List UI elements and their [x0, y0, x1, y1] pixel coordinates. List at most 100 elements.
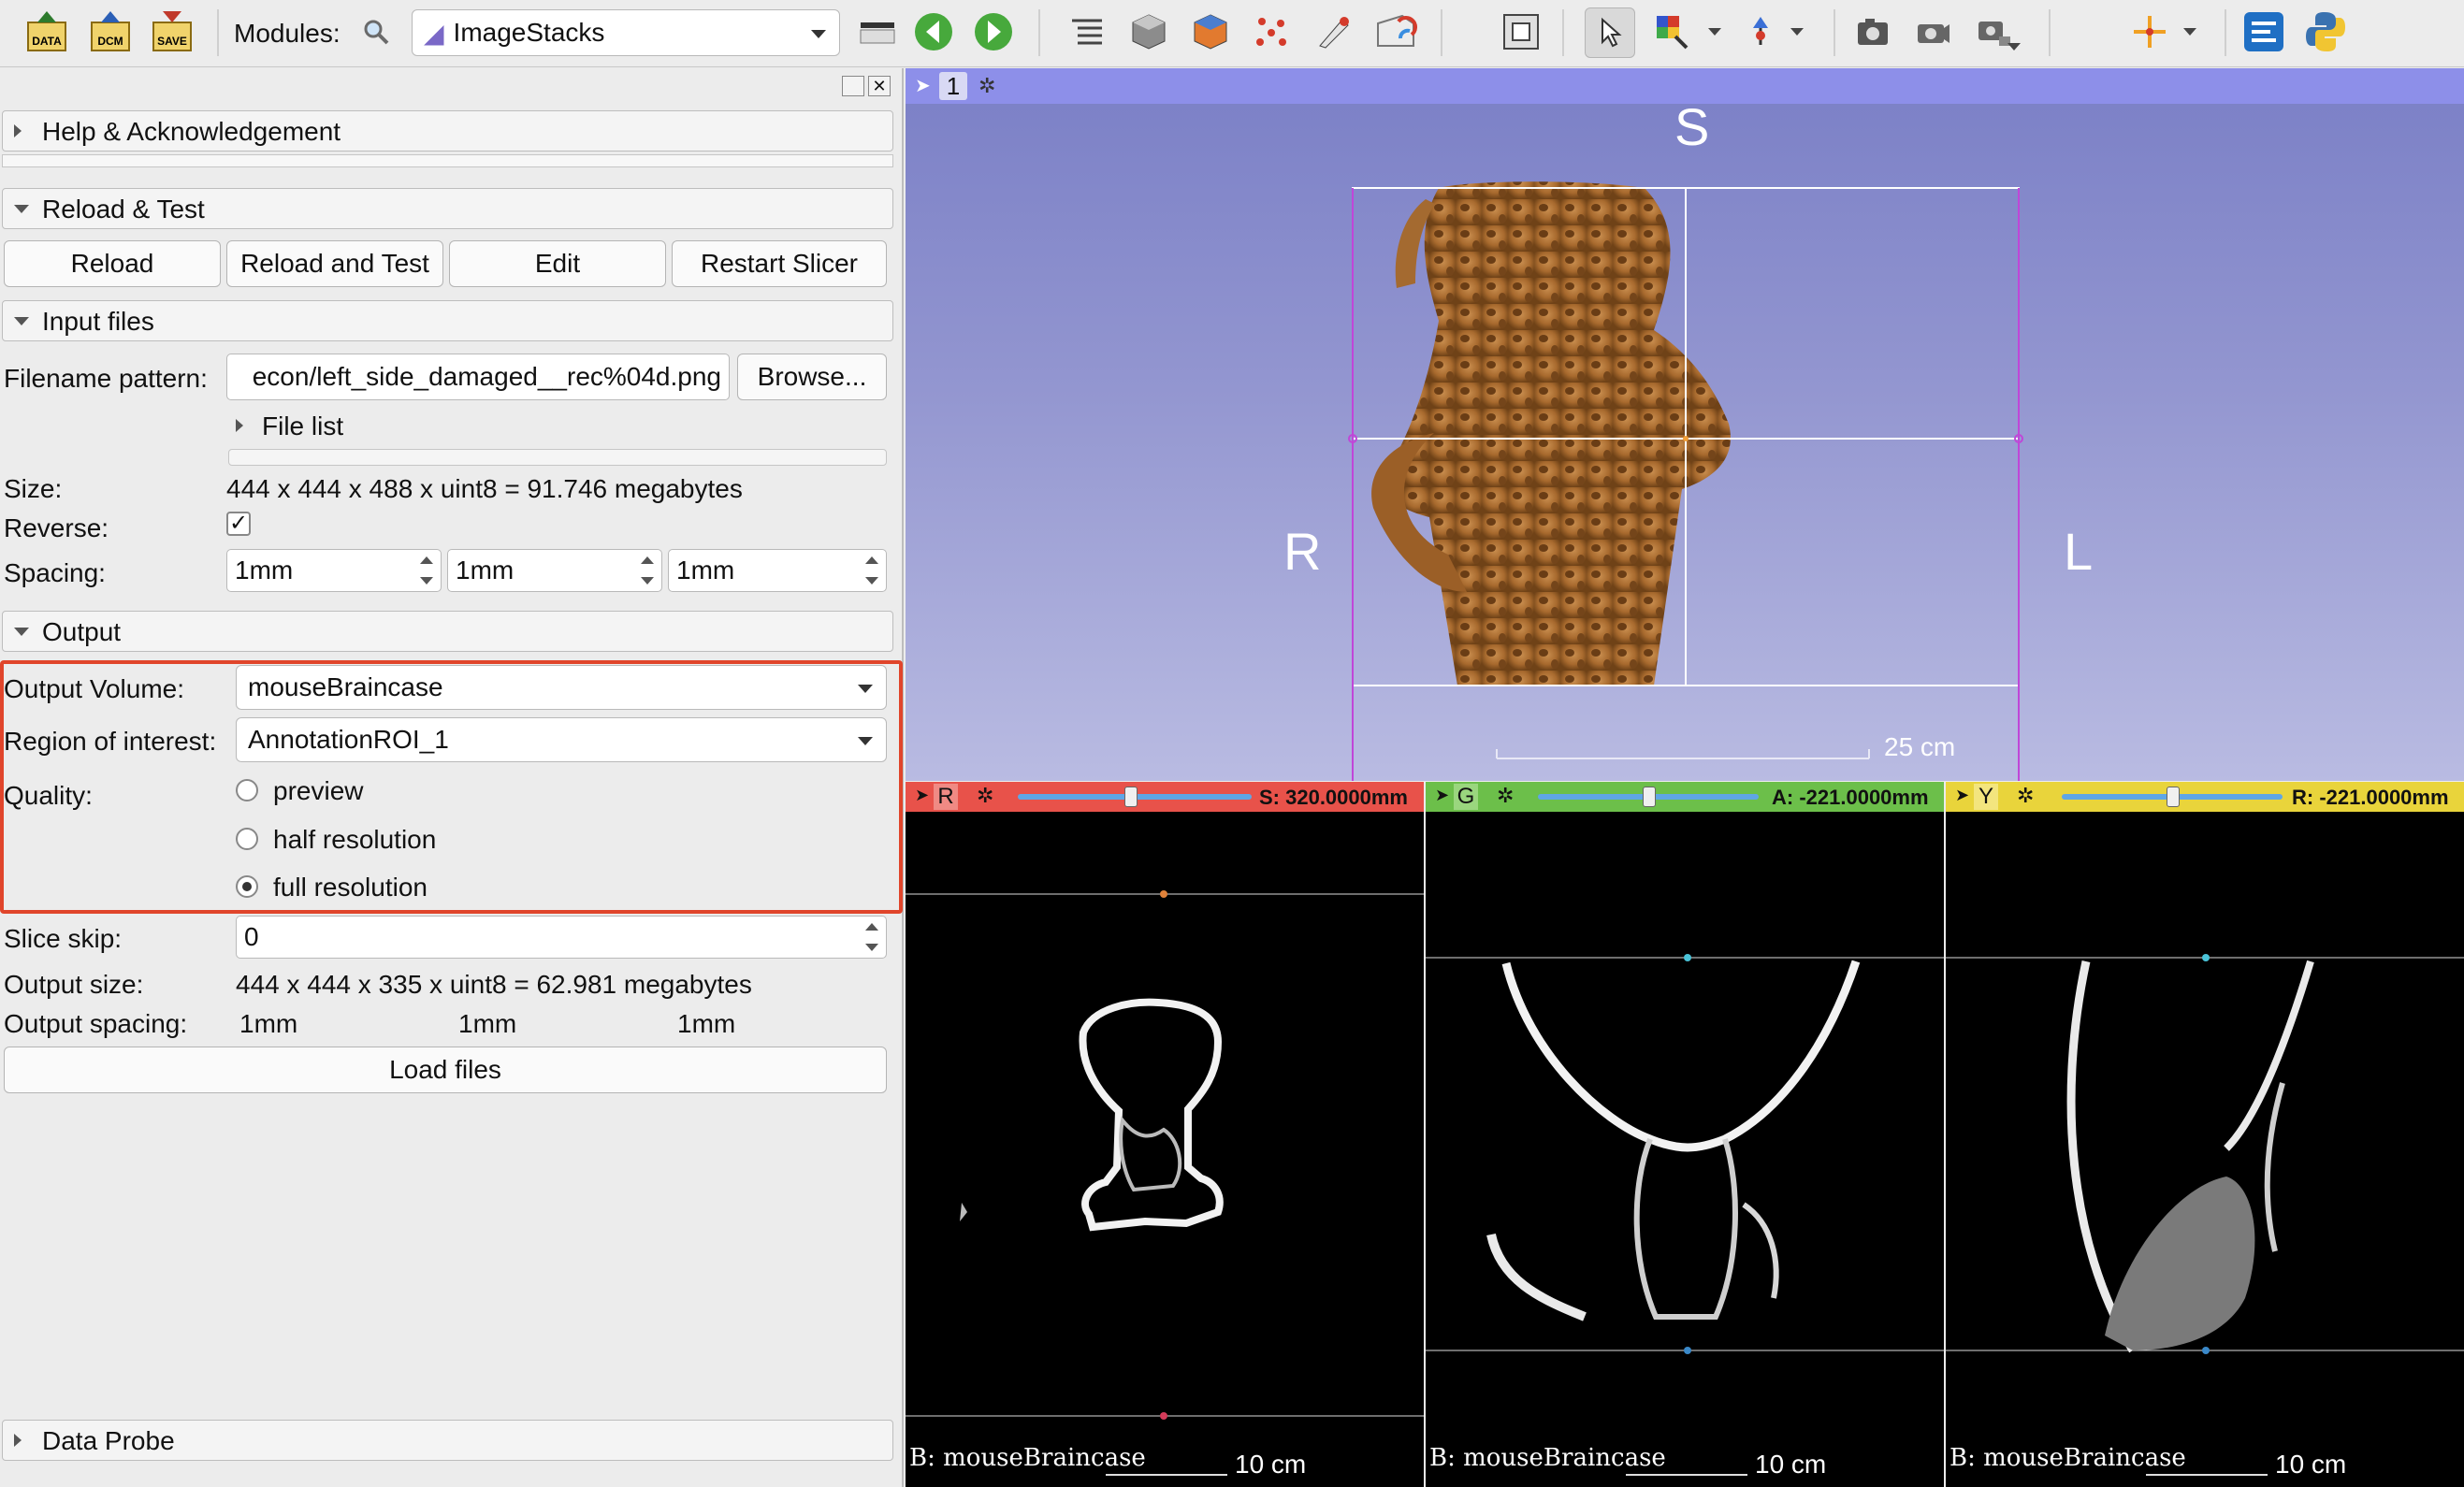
output-section[interactable]: Output: [2, 611, 893, 652]
load-files-button[interactable]: Load files: [4, 1047, 887, 1093]
size-value: 444 x 444 x 488 x uint8 = 91.746 megabyt…: [226, 474, 743, 503]
red-slice-view[interactable]: B: mouseBraincase 10 cm: [906, 812, 1424, 1487]
yellow-slice-offset: R: -221.0000mm: [2292, 786, 2449, 809]
chevron-down-icon[interactable]: [2007, 43, 2021, 51]
help-section[interactable]: Help & Acknowledgement: [2, 110, 893, 152]
module-selector[interactable]: ◢ ImageStacks: [412, 9, 840, 56]
module-list-icon[interactable]: [1063, 7, 1111, 56]
green-slice-caption: B: mouseBraincase: [1429, 1444, 1666, 1472]
green-slice-view[interactable]: B: mouseBraincase 10 cm: [1426, 812, 1944, 1487]
settings-icon[interactable]: ✲: [2017, 784, 2034, 808]
orientation-superior: S: [1674, 97, 1710, 156]
colormap-icon[interactable]: [1648, 7, 1697, 56]
green-slice-image: [1426, 954, 1944, 1354]
chevron-down-icon[interactable]: [1790, 28, 1804, 36]
spacing-z-input[interactable]: 1mm: [668, 549, 887, 592]
yellow-slice-caption: B: mouseBraincase: [1949, 1444, 2186, 1472]
browse-button[interactable]: Browse...: [737, 354, 887, 400]
stepper-icon[interactable]: [860, 918, 884, 956]
data-icon[interactable]: DATA: [22, 7, 71, 56]
screenshot-icon[interactable]: [1848, 7, 1897, 56]
pin-icon[interactable]: ➤: [1435, 786, 1449, 805]
spacing-y-input[interactable]: 1mm: [447, 549, 662, 592]
output-volume-label: Output Volume:: [4, 674, 185, 703]
output-size-label: Output size:: [4, 970, 144, 999]
spacing-x-input[interactable]: 1mm: [226, 549, 442, 592]
pin-icon[interactable]: ➤: [1955, 786, 1969, 805]
roi-value: AnnotationROI_1: [248, 725, 449, 754]
yellow-slice-scale: 10 cm: [2275, 1450, 2347, 1479]
yellow-slice-slider-handle[interactable]: [2167, 787, 2180, 807]
red-slice-id: R: [934, 784, 958, 810]
segment-icon[interactable]: [1310, 7, 1358, 56]
extension-icon[interactable]: [2239, 7, 2288, 56]
toolbar-divider: [2225, 9, 2226, 56]
output-spacing-label: Output spacing:: [4, 1009, 188, 1038]
chevron-right-icon: [14, 124, 22, 137]
forward-icon[interactable]: [969, 7, 1018, 56]
red-slice-slider-handle[interactable]: [1124, 787, 1138, 807]
output-volume-value: mouseBraincase: [248, 672, 443, 701]
volume-icon[interactable]: [1186, 7, 1235, 56]
slice-skip-input[interactable]: 0: [236, 916, 887, 959]
float-panel-icon[interactable]: [842, 76, 864, 96]
restart-slicer-button[interactable]: Restart Slicer: [672, 240, 887, 287]
fiducial-icon[interactable]: [1736, 7, 1785, 56]
edit-button[interactable]: Edit: [449, 240, 666, 287]
orientation-left: L: [2064, 522, 2094, 581]
toolbar-divider: [217, 9, 219, 56]
quality-half-radio[interactable]: [236, 828, 258, 850]
stepper-icon[interactable]: [635, 552, 659, 589]
yellow-slice-bar: ➤ Y ✲ R: -221.0000mm: [1946, 782, 2464, 812]
filename-pattern-input[interactable]: econ/left_side_damaged__rec%04d.png: [226, 354, 730, 400]
settings-icon[interactable]: ✲: [1497, 784, 1514, 808]
slice-skip-value: 0: [244, 922, 259, 951]
chevron-down-icon: [811, 30, 826, 38]
reload-test-title: Reload & Test: [42, 195, 205, 224]
green-slice-slider-handle[interactable]: [1643, 787, 1656, 807]
pointer-icon[interactable]: [1585, 7, 1635, 58]
quality-label: Quality:: [4, 781, 93, 810]
chevron-down-icon[interactable]: [1708, 28, 1721, 36]
yellow-slice-view[interactable]: B: mouseBraincase 10 cm: [1946, 812, 2464, 1487]
stepper-icon[interactable]: [860, 552, 884, 589]
3d-view[interactable]: S R L 25 cm: [906, 68, 2464, 781]
chevron-down-icon[interactable]: [2183, 28, 2196, 36]
quality-full-radio[interactable]: [236, 875, 258, 898]
data-probe-section[interactable]: Data Probe: [2, 1420, 893, 1461]
pin-icon[interactable]: ➤: [915, 74, 935, 96]
camera-icon[interactable]: [1908, 7, 1957, 56]
back-icon[interactable]: [909, 7, 958, 56]
green-slice-scale: 10 cm: [1755, 1450, 1827, 1479]
globe-icon[interactable]: [1371, 7, 1420, 56]
settings-icon[interactable]: ✲: [978, 74, 1003, 98]
reload-button[interactable]: Reload: [4, 240, 221, 287]
toggle-view-icon[interactable]: [1497, 7, 1545, 56]
close-panel-icon[interactable]: ✕: [868, 76, 891, 96]
reload-test-section[interactable]: Reload & Test: [2, 188, 893, 229]
chevron-down-icon: [14, 317, 29, 325]
toolbar-divider: [1038, 9, 1040, 56]
roi-select[interactable]: AnnotationROI_1: [236, 717, 887, 762]
reverse-checkbox[interactable]: ✓: [226, 512, 251, 536]
file-list-area[interactable]: [228, 449, 887, 466]
dcm-icon[interactable]: DCM: [86, 7, 135, 56]
python-icon[interactable]: [2301, 7, 2350, 56]
input-files-section[interactable]: Input files: [2, 300, 893, 341]
toolbar-divider: [1834, 9, 1835, 56]
cube-icon[interactable]: [1124, 7, 1173, 56]
green-slice-bar: ➤ G ✲ A: -221.0000mm: [1426, 782, 1944, 812]
save-icon[interactable]: SAVE: [148, 7, 196, 56]
quality-preview-radio[interactable]: [236, 779, 258, 801]
stepper-icon[interactable]: [414, 552, 439, 589]
pin-icon[interactable]: ➤: [915, 786, 929, 805]
reload-and-test-button[interactable]: Reload and Test: [226, 240, 443, 287]
output-volume-select[interactable]: mouseBraincase: [236, 665, 887, 710]
layout-icon[interactable]: [853, 7, 902, 56]
module-selector-value: ImageStacks: [453, 18, 605, 47]
markups-icon[interactable]: [1248, 7, 1297, 56]
settings-icon[interactable]: ✲: [977, 784, 993, 808]
search-icon[interactable]: [357, 7, 395, 56]
modules-label: Modules:: [234, 19, 341, 48]
crosshair-icon[interactable]: [2125, 7, 2174, 56]
